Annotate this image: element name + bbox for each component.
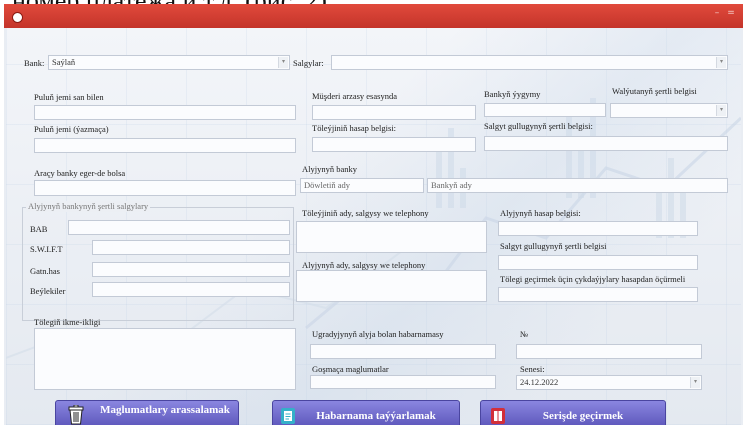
payment-purpose-textarea[interactable] (34, 328, 296, 390)
chevron-down-icon[interactable]: ▾ (690, 377, 700, 388)
app-icon (12, 12, 23, 23)
intermediary-bank-input[interactable] (34, 180, 296, 196)
date-label: Senesi: (520, 364, 545, 374)
prepare-message-button-label: Habarnama taýýarlamak (316, 410, 436, 422)
chevron-down-icon[interactable]: ▾ (716, 57, 726, 68)
number-input[interactable] (516, 344, 702, 359)
title-bar: – = (4, 4, 743, 28)
bank-select-value: Saýlaň (52, 57, 76, 67)
currency-code-select[interactable]: ▾ (610, 103, 728, 118)
bank-select[interactable]: Saýlaň ▾ (48, 55, 290, 70)
bank-label: Bank: (24, 58, 45, 68)
intermediary-bank-label: Araçy banky eger-de bolsa (34, 168, 126, 178)
payer-account-input[interactable] (312, 137, 476, 152)
date-value: 24.12.2022 (520, 377, 559, 387)
customer-request-input[interactable] (312, 105, 476, 120)
amount-words-label: Puluň jemi (ýazmaça) (34, 124, 109, 134)
payer-tax-code-input[interactable] (484, 136, 728, 151)
payment-purpose-label: Tölegiň ikme-ikligi (34, 317, 101, 327)
payer-tax-code-label: Salgyt gullugynyň şertli belgisi: (484, 121, 593, 131)
payer-account-label: Töleýjiniň hasap belgisi: (312, 123, 397, 133)
beneficiary-bank-label: Alyjynyň banky (302, 164, 358, 174)
receiving-bank-label: Bankyň ýygymy (484, 89, 541, 99)
customer-request-label: Müşderi arzasy esasynda (312, 91, 397, 101)
amount-digits-label: Puluň jemi san bilen (34, 92, 104, 102)
swift-input[interactable] (92, 240, 290, 255)
beneficiary-bank-codes-label: Alyjynyň bankynyň şertli salgylary (26, 201, 151, 212)
number-label: № (520, 329, 529, 339)
bab-input[interactable] (68, 220, 290, 235)
beneficiary-account-label: Alyjynyň hasap belgisi: (500, 208, 581, 218)
trash-icon (68, 405, 84, 425)
clear-data-button[interactable]: Maglumatlary arassalamak (55, 400, 239, 425)
sender-message-label: Ugradyjynyň alyja bolan habarnamasy (312, 329, 444, 339)
amount-words-input[interactable] (34, 138, 296, 153)
clear-data-button-label: Maglumatlary arassalamak (100, 404, 230, 416)
receiving-bank-input[interactable] (484, 103, 606, 117)
customs-label: Gatn.has (30, 266, 60, 276)
transfer-funds-button[interactable]: Serişde geçirmek (480, 400, 666, 425)
additional-info-label: Goşmaça maglumatlar (312, 364, 389, 374)
transfer-funds-button-label: Serişde geçirmek (542, 410, 624, 422)
date-picker[interactable]: 24.12.2022 ▾ (516, 375, 702, 390)
minimize-button[interactable]: – (711, 8, 723, 18)
bank-name-input[interactable]: Bankyň ady (427, 178, 728, 193)
beneficiary-tax-code-label: Salgyt gullugynyň şertli belgisi (500, 241, 607, 251)
amount-digits-input[interactable] (34, 105, 296, 120)
chevron-down-icon[interactable]: ▾ (278, 57, 288, 68)
salgylar-label: Salgylar: (293, 58, 324, 68)
bab-label: BAB (30, 224, 48, 234)
prepare-message-button[interactable]: Habarnama taýýarlamak (272, 400, 460, 425)
debit-account-input[interactable] (498, 287, 698, 302)
state-name-input[interactable]: Döwletiň ady (300, 178, 424, 193)
payer-info-label: Töleýjiniň ady, salgysy we telephony (302, 208, 429, 218)
chevron-down-icon[interactable]: ▾ (716, 105, 726, 116)
other-label: Beýlekiler (30, 286, 66, 296)
additional-info-input[interactable] (310, 375, 496, 389)
app-window: – = Bank: Saýlaň ▾ Salgylar: ▾ Puluň jem… (4, 4, 743, 425)
payer-info-textarea[interactable] (296, 221, 487, 253)
form-area: Bank: Saýlaň ▾ Salgylar: ▾ Puluň jemi sa… (6, 28, 741, 425)
beneficiary-account-input[interactable] (498, 221, 698, 236)
bank-name-placeholder: Bankyň ady (431, 180, 472, 190)
beneficiary-tax-code-input[interactable] (498, 255, 698, 270)
sender-message-input[interactable] (310, 344, 496, 359)
customs-input[interactable] (92, 262, 290, 277)
state-name-placeholder: Döwletiň ady (304, 180, 351, 190)
currency-code-label: Walýutanyň şertli belgisi (612, 86, 697, 96)
swift-label: S.W.I.F.T (30, 244, 63, 254)
close-button[interactable]: = (725, 8, 737, 18)
debit-account-label: Tölegi geçirmek üçin çykdaýjylary hasapd… (500, 274, 686, 284)
other-input[interactable] (92, 282, 290, 297)
salgylar-select[interactable]: ▾ (331, 55, 728, 70)
beneficiary-info-textarea[interactable] (296, 270, 487, 302)
